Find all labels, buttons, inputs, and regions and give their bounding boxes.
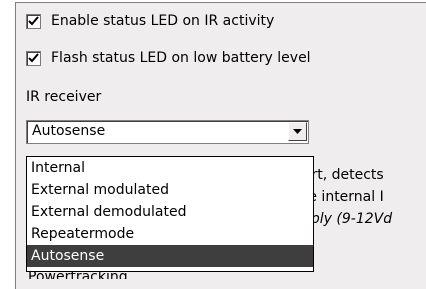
checkmark-icon (28, 52, 39, 62)
enable-led-ir-label: Enable status LED on IR activity (51, 13, 275, 29)
settings-panel: Enable status LED on IR activity Flash s… (15, 2, 426, 289)
chevron-down-icon (293, 129, 302, 134)
dropdown-option-external-demodulated[interactable]: External demodulated (27, 201, 313, 223)
ir-receiver-heading: IR receiver (26, 89, 101, 105)
dropdown-arrow-button[interactable] (288, 122, 307, 141)
dropdown-option-internal[interactable]: Internal (27, 157, 313, 179)
ir-receiver-selected-value: Autosense (32, 123, 106, 139)
flash-led-battery-option[interactable]: Flash status LED on low battery level (26, 50, 311, 66)
flash-led-battery-label: Flash status LED on low battery level (51, 50, 311, 66)
ir-receiver-dropdown[interactable]: Autosense (26, 120, 309, 144)
ir-receiver-dropdown-list: Internal External modulated External dem… (26, 156, 314, 272)
flash-led-battery-checkbox[interactable] (26, 50, 41, 66)
ir-receiver-label: IR receiver (26, 89, 102, 105)
dropdown-option-autosense[interactable]: Autosense (27, 245, 313, 267)
dropdown-option-external-modulated[interactable]: External modulated (27, 179, 313, 201)
description-text-line-3: pply (9-12Vd (302, 211, 393, 227)
enable-led-ir-checkbox[interactable] (26, 13, 41, 29)
dropdown-option-repeatermode[interactable]: Repeatermode (27, 223, 313, 245)
enable-led-ir-option[interactable]: Enable status LED on IR activity (26, 13, 274, 29)
checkmark-icon (28, 15, 39, 25)
